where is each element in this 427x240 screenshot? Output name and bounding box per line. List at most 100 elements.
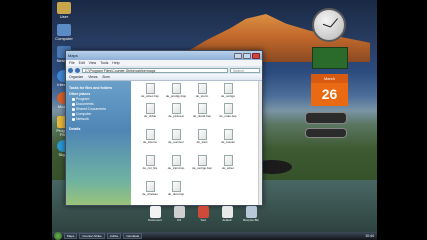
file-item[interactable]: de_aztec.bsp: [139, 83, 161, 98]
forward-button[interactable]: [75, 67, 80, 73]
task-heading: Details: [69, 127, 81, 131]
dock-item-default[interactable]: default: [218, 206, 236, 228]
desktop-icon-computer[interactable]: Computer: [53, 24, 75, 41]
window-content: Tasks for files and folders Other places…: [66, 81, 262, 205]
clock-hand: [322, 23, 331, 28]
file-icon: [145, 83, 155, 94]
desktop-dock: Document CS Tool default Recycle Bin: [118, 206, 288, 228]
task-heading: Other places: [69, 92, 91, 96]
start-button[interactable]: [54, 232, 62, 240]
file-icon: [171, 103, 181, 114]
address-input[interactable]: C:\Program Files\Counter-Strike\cstrike\…: [82, 67, 228, 73]
taskbar-item[interactable]: Camtasia: [123, 233, 143, 239]
menu-edit[interactable]: Edit: [79, 61, 85, 65]
file-item[interactable]: de_storm: [191, 83, 213, 98]
menu-help[interactable]: Help: [112, 61, 119, 65]
file-item[interactable]: de_dust2.bsp: [191, 103, 213, 118]
burn-button[interactable]: Burn: [102, 75, 109, 79]
file-icon: [171, 83, 181, 94]
task-heading: Tasks for files and folders: [69, 86, 113, 90]
file-icon: [223, 155, 233, 166]
menu-view[interactable]: View: [89, 61, 97, 65]
menu-tools[interactable]: Tools: [100, 61, 108, 65]
computer-icon: [72, 112, 75, 116]
search-input[interactable]: Search: [230, 67, 260, 73]
file-item[interactable]: de_vertigo: [217, 83, 239, 98]
recycle-bin-icon: [245, 206, 257, 218]
dock-item-tool[interactable]: Tool: [194, 206, 212, 228]
folder-icon: [57, 2, 71, 14]
desktop-icon-user[interactable]: User: [53, 2, 75, 19]
file-icon: [197, 155, 207, 166]
file-icon: [171, 129, 181, 140]
explorer-window[interactable]: Maps File Edit View Tools Help C:\Progra…: [65, 50, 263, 206]
window-titlebar[interactable]: Maps: [66, 51, 262, 60]
file-icon: [145, 155, 155, 166]
taskbar-item[interactable]: Maps: [64, 233, 78, 239]
file-item[interactable]: de_nuke.bsp: [217, 103, 239, 118]
file-item[interactable]: de_train.bsp: [165, 155, 187, 170]
taskbar-item[interactable]: cstrike: [106, 233, 122, 239]
file-icon: [223, 129, 233, 140]
calendar-month: March: [311, 74, 348, 83]
dock-item-document[interactable]: Document: [146, 206, 164, 228]
menu-file[interactable]: File: [69, 61, 75, 65]
file-item[interactable]: de_cbble: [139, 103, 161, 118]
file-icon: [145, 181, 155, 192]
file-list: de_aztec.bsp de_prodigy.bsp de_storm de_…: [131, 81, 262, 205]
task-pane: Tasks for files and folders Other places…: [66, 81, 131, 205]
task-item[interactable]: Shared Documents: [72, 107, 128, 111]
file-item[interactable]: de_train: [191, 129, 213, 144]
file-icon: [197, 83, 207, 94]
file-item[interactable]: de_dust.bsp: [165, 181, 187, 196]
file-item[interactable]: de_tuscan: [217, 129, 239, 144]
file-icon: [171, 181, 181, 192]
vertical-scrollbar[interactable]: [258, 81, 262, 205]
file-item[interactable]: de_chateau: [139, 181, 161, 196]
file-icon: [145, 129, 155, 140]
file-icon: [171, 155, 181, 166]
file-item[interactable]: de_prodigy.bsp: [165, 83, 187, 98]
organize-button[interactable]: Organize: [69, 75, 83, 79]
calendar-day: 26: [311, 83, 348, 106]
computer-icon: [57, 24, 71, 36]
maximize-button[interactable]: [243, 52, 251, 59]
slideshow-gadget[interactable]: [312, 47, 348, 69]
clock-gadget[interactable]: [312, 8, 346, 42]
clock-hand: [330, 18, 338, 28]
document-icon: [221, 206, 233, 218]
address-bar: C:\Program Files\Counter-Strike\cstrike\…: [66, 66, 262, 74]
minimize-button[interactable]: [234, 52, 242, 59]
dock-item-cs[interactable]: CS: [170, 206, 188, 228]
file-item[interactable]: de_inferno: [139, 129, 161, 144]
calendar-gadget[interactable]: March 26: [311, 74, 348, 106]
network-meter-gadget[interactable]: [305, 128, 347, 138]
folder-icon: [72, 107, 75, 111]
tool-icon: [197, 206, 209, 218]
file-item[interactable]: de_piranesi: [165, 103, 187, 118]
file-item[interactable]: de_cpl_fire: [139, 155, 161, 170]
network-icon: [72, 117, 75, 121]
folder-icon: [72, 97, 75, 101]
file-icon: [197, 129, 207, 140]
task-item[interactable]: Computer: [72, 112, 128, 116]
document-icon: [149, 206, 161, 218]
task-item[interactable]: Network: [72, 117, 128, 121]
system-clock[interactable]: 10:44: [365, 234, 377, 238]
file-icon: [145, 103, 155, 114]
task-item[interactable]: Documents: [72, 102, 128, 106]
file-item[interactable]: de_survivor: [165, 129, 187, 144]
dock-item-recycle-bin[interactable]: Recycle Bin: [242, 206, 260, 228]
file-item[interactable]: de_vertigo.bsp: [191, 155, 213, 170]
views-button[interactable]: Views: [88, 75, 97, 79]
file-icon: [223, 83, 233, 94]
file-item[interactable]: de_aztec: [217, 155, 239, 170]
task-item[interactable]: Program: [72, 97, 128, 101]
cpu-meter-gadget[interactable]: [305, 112, 347, 124]
back-button[interactable]: [68, 67, 73, 73]
file-icon: [223, 103, 233, 114]
taskbar-item[interactable]: Counter-Strike: [79, 233, 105, 239]
close-button[interactable]: [252, 52, 260, 59]
file-icon: [197, 103, 207, 114]
folder-icon: [72, 102, 75, 106]
